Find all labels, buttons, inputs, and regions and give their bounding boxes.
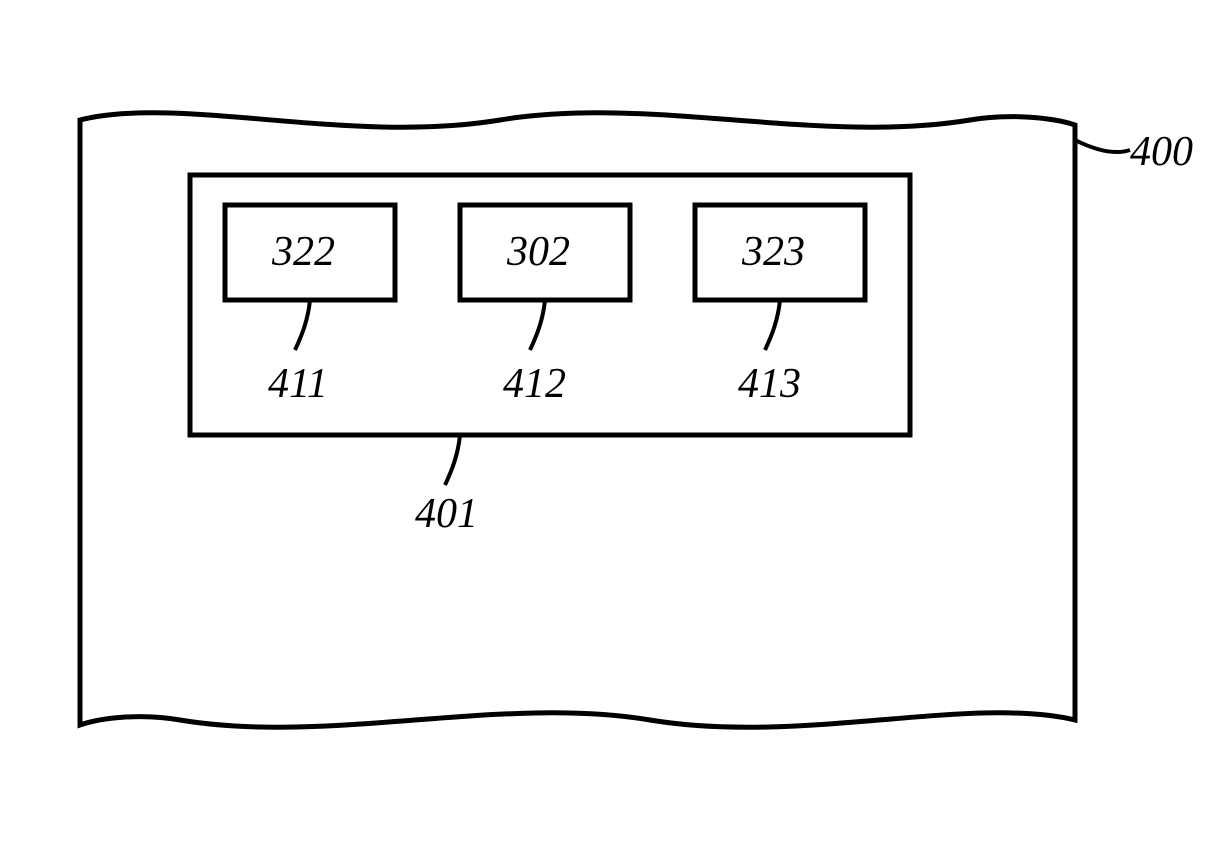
- diagram-canvas: [0, 0, 1214, 862]
- box-2-value: 302: [507, 228, 570, 276]
- leader-outer: [1075, 140, 1130, 152]
- leader-box-2: [530, 300, 545, 350]
- box-1-ref: 411: [268, 360, 328, 408]
- box-2-ref: 412: [503, 360, 566, 408]
- outer-ref-label: 400: [1130, 128, 1193, 176]
- leader-container: [445, 435, 460, 485]
- leader-box-1: [295, 300, 310, 350]
- leader-box-3: [765, 300, 780, 350]
- box-1-value: 322: [272, 228, 335, 276]
- box-3-value: 323: [742, 228, 805, 276]
- box-3-ref: 413: [738, 360, 801, 408]
- container-ref-label: 401: [415, 490, 478, 538]
